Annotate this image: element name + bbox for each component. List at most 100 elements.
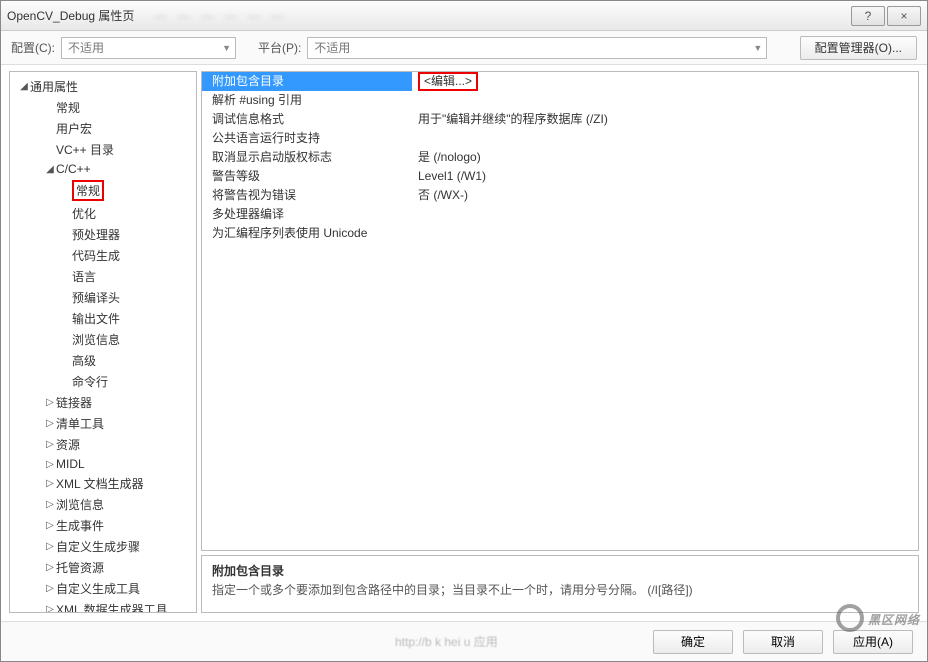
tree-item[interactable]: 语言 bbox=[12, 266, 194, 287]
grid-row[interactable]: 多处理器编译 bbox=[202, 205, 918, 224]
tree-item-label: 浏览信息 bbox=[72, 331, 120, 348]
tree-item[interactable]: ▷托管资源 bbox=[12, 557, 194, 578]
property-value[interactable] bbox=[412, 224, 918, 243]
tree-item[interactable]: 命令行 bbox=[12, 371, 194, 392]
tree-item[interactable]: 预编译头 bbox=[12, 287, 194, 308]
tree-item[interactable]: VC++ 目录 bbox=[12, 139, 194, 160]
tree-item[interactable]: ▷自定义生成步骤 bbox=[12, 536, 194, 557]
tree-item[interactable]: 代码生成 bbox=[12, 245, 194, 266]
tree-item[interactable]: ▷自定义生成工具 bbox=[12, 578, 194, 599]
window-title: OpenCV_Debug 属性页 bbox=[7, 7, 154, 24]
footer: http://b k hei u 应用 确定 取消 应用(A) bbox=[1, 621, 927, 661]
property-value[interactable] bbox=[412, 205, 918, 224]
tree-item[interactable]: 用户宏 bbox=[12, 118, 194, 139]
titlebar[interactable]: OpenCV_Debug 属性页 — — — — — — ? × bbox=[1, 1, 927, 31]
platform-label: 平台(P): bbox=[258, 39, 301, 56]
tree-item-label: 高级 bbox=[72, 352, 96, 369]
tree-item[interactable]: ▷XML 数据生成器工具 bbox=[12, 599, 194, 613]
property-name: 多处理器编译 bbox=[202, 205, 412, 224]
property-value[interactable]: 否 (/WX-) bbox=[412, 186, 918, 205]
tree-item[interactable]: ▷资源 bbox=[12, 434, 194, 455]
expand-icon: ▷ bbox=[44, 541, 56, 552]
property-value[interactable]: 用于"编辑并继续"的程序数据库 (/ZI) bbox=[412, 110, 918, 129]
right-pane: ▼ 附加包含目录<编辑...>解析 #using 引用调试信息格式用于"编辑并继… bbox=[201, 71, 919, 613]
tree-item[interactable]: 常规 bbox=[12, 97, 194, 118]
apply-button[interactable]: 应用(A) bbox=[833, 630, 913, 654]
cancel-button[interactable]: 取消 bbox=[743, 630, 823, 654]
expand-icon: ◢ bbox=[44, 164, 56, 175]
titlebar-blur: — — — — — — bbox=[154, 9, 849, 23]
description-title: 附加包含目录 bbox=[212, 562, 908, 579]
grid-row[interactable]: 为汇编程序列表使用 Unicode bbox=[202, 224, 918, 243]
grid-row[interactable]: 取消显示启动版权标志是 (/nologo) bbox=[202, 148, 918, 167]
tree-item-label: 自定义生成步骤 bbox=[56, 538, 140, 555]
property-name: 附加包含目录 bbox=[202, 72, 412, 91]
close-button[interactable]: × bbox=[887, 6, 921, 26]
grid-row[interactable]: 将警告视为错误否 (/WX-) bbox=[202, 186, 918, 205]
tree-item[interactable]: ▷链接器 bbox=[12, 392, 194, 413]
grid-row[interactable]: 调试信息格式用于"编辑并继续"的程序数据库 (/ZI) bbox=[202, 110, 918, 129]
tree-item-label: 预编译头 bbox=[72, 289, 120, 306]
config-combo[interactable]: 不适用 ▼ bbox=[61, 37, 236, 59]
edit-link[interactable]: <编辑...> bbox=[418, 72, 478, 91]
property-tree[interactable]: ◢通用属性常规用户宏VC++ 目录◢C/C++常规优化预处理器代码生成语言预编译… bbox=[9, 71, 197, 613]
property-name: 将警告视为错误 bbox=[202, 186, 412, 205]
tree-item[interactable]: 优化 bbox=[12, 203, 194, 224]
tree-item[interactable]: 预处理器 bbox=[12, 224, 194, 245]
platform-value: 不适用 bbox=[314, 39, 350, 56]
property-name: 公共语言运行时支持 bbox=[202, 129, 412, 148]
expand-icon: ▷ bbox=[44, 459, 56, 470]
tree-item-label: 预处理器 bbox=[72, 226, 120, 243]
tree-item[interactable]: ◢通用属性 bbox=[12, 76, 194, 97]
expand-icon: ▷ bbox=[44, 439, 56, 450]
config-manager-button[interactable]: 配置管理器(O)... bbox=[800, 36, 917, 60]
expand-icon: ▷ bbox=[44, 478, 56, 489]
tree-item-label: XML 数据生成器工具 bbox=[56, 601, 168, 613]
property-value[interactable] bbox=[412, 129, 918, 148]
grid-row[interactable]: 警告等级Level1 (/W1) bbox=[202, 167, 918, 186]
tree-item[interactable]: 浏览信息 bbox=[12, 329, 194, 350]
help-button[interactable]: ? bbox=[851, 6, 885, 26]
tree-item[interactable]: ▷MIDL bbox=[12, 455, 194, 473]
expand-icon: ▷ bbox=[44, 520, 56, 531]
property-value[interactable]: 是 (/nologo) bbox=[412, 148, 918, 167]
config-label: 配置(C): bbox=[11, 39, 55, 56]
tree-item-label: C/C++ bbox=[56, 162, 91, 176]
expand-icon: ◢ bbox=[18, 81, 30, 92]
tree-item-label: 资源 bbox=[56, 436, 80, 453]
ok-button[interactable]: 确定 bbox=[653, 630, 733, 654]
tree-item[interactable]: ◢C/C++ bbox=[12, 160, 194, 178]
grid-row[interactable]: 公共语言运行时支持 bbox=[202, 129, 918, 148]
property-value[interactable]: <编辑...> bbox=[412, 72, 918, 91]
property-name: 为汇编程序列表使用 Unicode bbox=[202, 224, 412, 243]
tree-item[interactable]: 高级 bbox=[12, 350, 194, 371]
tree-item-label: 链接器 bbox=[56, 394, 92, 411]
tree-item-label: 常规 bbox=[56, 99, 80, 116]
property-value[interactable]: Level1 (/W1) bbox=[412, 167, 918, 186]
tree-item-label: XML 文档生成器 bbox=[56, 475, 144, 492]
property-grid[interactable]: ▼ 附加包含目录<编辑...>解析 #using 引用调试信息格式用于"编辑并继… bbox=[201, 71, 919, 551]
footer-url: http://b k hei u 应用 bbox=[15, 633, 498, 650]
tree-item-label: 自定义生成工具 bbox=[56, 580, 140, 597]
property-name: 警告等级 bbox=[202, 167, 412, 186]
tree-item[interactable]: ▷浏览信息 bbox=[12, 494, 194, 515]
tree-item[interactable]: 常规 bbox=[12, 178, 194, 203]
expand-icon: ▷ bbox=[44, 604, 56, 613]
tree-item[interactable]: ▷清单工具 bbox=[12, 413, 194, 434]
property-name: 取消显示启动版权标志 bbox=[202, 148, 412, 167]
expand-icon: ▷ bbox=[44, 583, 56, 594]
tree-item-label: 浏览信息 bbox=[56, 496, 104, 513]
property-page-window: OpenCV_Debug 属性页 — — — — — — ? × 配置(C): … bbox=[0, 0, 928, 662]
tree-item[interactable]: ▷XML 文档生成器 bbox=[12, 473, 194, 494]
tree-item[interactable]: ▷生成事件 bbox=[12, 515, 194, 536]
platform-combo[interactable]: 不适用 ▼ bbox=[307, 37, 767, 59]
config-value: 不适用 bbox=[68, 39, 104, 56]
tree-item-label: 生成事件 bbox=[56, 517, 104, 534]
grid-row[interactable]: 附加包含目录 <编辑...> bbox=[202, 72, 918, 91]
grid-row[interactable]: 解析 #using 引用 bbox=[202, 91, 918, 110]
tree-item-label: 命令行 bbox=[72, 373, 108, 390]
property-value[interactable] bbox=[412, 91, 918, 110]
chevron-down-icon: ▼ bbox=[222, 43, 231, 53]
tree-item[interactable]: 输出文件 bbox=[12, 308, 194, 329]
tree-item-label: 托管资源 bbox=[56, 559, 104, 576]
